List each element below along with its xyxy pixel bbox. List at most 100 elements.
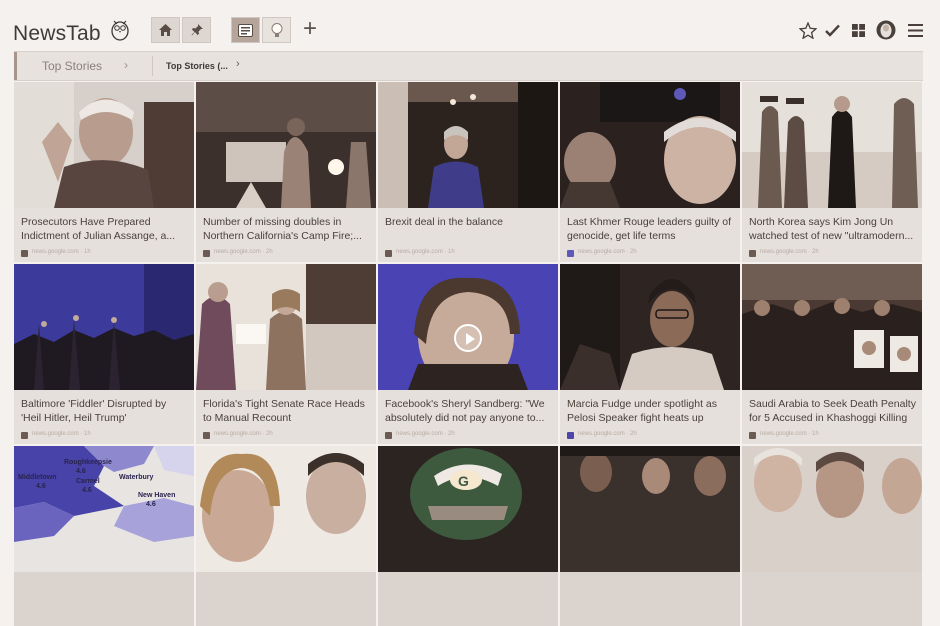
news-card[interactable]	[196, 446, 376, 626]
card-caption: Number of missing doubles in Northern Ca…	[196, 208, 376, 262]
news-card[interactable]: G	[378, 446, 558, 626]
map-label: Roughkeepsie	[64, 459, 112, 466]
svg-text:G: G	[458, 473, 469, 489]
card-caption: Last Khmer Rouge leaders guilty of genoc…	[560, 208, 740, 262]
card-caption: Brexit deal in the balance news.google.c…	[378, 208, 558, 262]
card-source: news.google.com · 1h	[396, 249, 455, 255]
source-icon	[385, 250, 392, 257]
map-label: 4.6	[76, 468, 86, 475]
profile-button[interactable]	[876, 20, 896, 40]
chevron-right-icon: ›	[124, 58, 128, 72]
card-caption: Prosecutors Have Prepared Indictment of …	[14, 208, 194, 262]
map-label: 4.6	[146, 501, 156, 508]
pin-button[interactable]	[182, 17, 211, 43]
breadcrumb-top-stories[interactable]: Top Stories	[42, 59, 102, 73]
map-label: 4.6	[82, 487, 92, 494]
card-source: news.google.com · 2h	[396, 431, 455, 437]
news-card[interactable]: Last Khmer Rouge leaders guilty of genoc…	[560, 82, 740, 262]
map-label: Waterbury	[119, 474, 154, 481]
card-title: Marcia Fudge under spotlight as Pelosi S…	[567, 398, 717, 424]
map-label: Middletown	[18, 474, 57, 481]
card-source: news.google.com · 2h	[760, 249, 819, 255]
source-icon	[203, 432, 210, 439]
app-logo-text: NewsTab	[13, 22, 101, 45]
news-card[interactable]: Saudi Arabia to Seek Death Penalty for 5…	[742, 264, 922, 444]
add-tab-button[interactable]: +	[301, 17, 319, 41]
news-card[interactable]: Marcia Fudge under spotlight as Pelosi S…	[560, 264, 740, 444]
lightbulb-button[interactable]	[262, 17, 291, 43]
card-source: news.google.com · 2h	[214, 431, 273, 437]
check-button[interactable]	[822, 20, 842, 40]
profile-icon	[876, 20, 896, 40]
news-card[interactable]	[742, 446, 922, 626]
card-title: Prosecutors Have Prepared Indictment of …	[21, 216, 176, 242]
breadcrumb-divider	[152, 56, 153, 76]
news-card[interactable]: North Korea says Kim Jong Un watched tes…	[742, 82, 922, 262]
source-icon	[21, 432, 28, 439]
star-icon	[799, 21, 817, 39]
breadcrumb-current[interactable]: Top Stories (...	[166, 61, 228, 71]
news-card[interactable]: Prosecutors Have Prepared Indictment of …	[14, 82, 194, 262]
news-image	[14, 82, 194, 208]
card-title: Last Khmer Rouge leaders guilty of genoc…	[567, 216, 732, 242]
card-source: news.google.com · 2h	[578, 249, 637, 255]
view-button-group	[231, 17, 291, 43]
star-button[interactable]	[798, 20, 818, 40]
app-header: NewsTab +	[0, 0, 940, 52]
source-icon	[567, 250, 574, 257]
news-image	[196, 82, 376, 208]
card-source: news.google.com · 2h	[214, 249, 273, 255]
news-card[interactable]: Baltimore 'Fiddler' Disrupted by 'Heil H…	[14, 264, 194, 444]
news-image: G	[378, 446, 558, 572]
card-source: news.google.com · 1h	[32, 431, 91, 437]
news-card[interactable]: Florida's Tight Senate Race Heads to Man…	[196, 264, 376, 444]
card-title: North Korea says Kim Jong Un watched tes…	[749, 216, 914, 242]
card-caption: Florida's Tight Senate Race Heads to Man…	[196, 390, 376, 444]
play-icon[interactable]	[454, 324, 482, 352]
menu-button[interactable]	[905, 20, 925, 40]
news-image	[378, 82, 558, 208]
nav-button-group	[151, 17, 211, 43]
pin-icon	[191, 24, 203, 36]
home-button[interactable]	[151, 17, 180, 43]
card-title: Baltimore 'Fiddler' Disrupted by 'Heil H…	[21, 398, 167, 424]
news-card[interactable]	[560, 446, 740, 626]
card-source: news.google.com · 2h	[578, 431, 637, 437]
check-icon	[824, 24, 840, 37]
news-image	[196, 446, 376, 572]
news-list-icon	[238, 23, 253, 37]
news-card[interactable]: Brexit deal in the balance news.google.c…	[378, 82, 558, 262]
breadcrumb-accent	[14, 52, 17, 80]
news-card[interactable]: Facebook's Sheryl Sandberg: "We absolute…	[378, 264, 558, 444]
source-icon	[567, 432, 574, 439]
card-title: Number of missing doubles in Northern Ca…	[203, 216, 362, 242]
news-card[interactable]: Roughkeepsie 4.6 Middletown Waterbury 4.…	[14, 446, 194, 626]
news-image	[742, 82, 922, 208]
source-icon	[21, 250, 28, 257]
map-label: 4.6	[36, 483, 46, 490]
news-list-button[interactable]	[231, 17, 260, 43]
breadcrumb: Top Stories › Top Stories (... ›	[14, 51, 923, 81]
source-icon	[749, 250, 756, 257]
news-image	[560, 82, 740, 208]
home-icon	[159, 24, 172, 36]
card-title: Saudi Arabia to Seek Death Penalty for 5…	[749, 398, 916, 424]
card-caption: Facebook's Sheryl Sandberg: "We absolute…	[378, 390, 558, 444]
source-icon	[385, 432, 392, 439]
card-source: news.google.com · 1h	[32, 249, 91, 255]
source-icon	[749, 432, 756, 439]
card-title: Facebook's Sheryl Sandberg: "We absolute…	[385, 398, 545, 424]
map-label: Carmel	[76, 478, 100, 485]
lightbulb-icon	[271, 22, 282, 37]
news-image	[560, 264, 740, 390]
news-image	[742, 446, 922, 572]
card-title: Brexit deal in the balance	[385, 216, 503, 228]
news-card[interactable]: Number of missing doubles in Northern Ca…	[196, 82, 376, 262]
chevron-right-icon: ›	[236, 58, 240, 70]
grid-button[interactable]	[848, 20, 868, 40]
card-source: news.google.com · 1h	[760, 431, 819, 437]
news-image	[742, 264, 922, 390]
card-caption: Baltimore 'Fiddler' Disrupted by 'Heil H…	[14, 390, 194, 444]
card-caption: Saudi Arabia to Seek Death Penalty for 5…	[742, 390, 922, 444]
news-image	[196, 264, 376, 390]
